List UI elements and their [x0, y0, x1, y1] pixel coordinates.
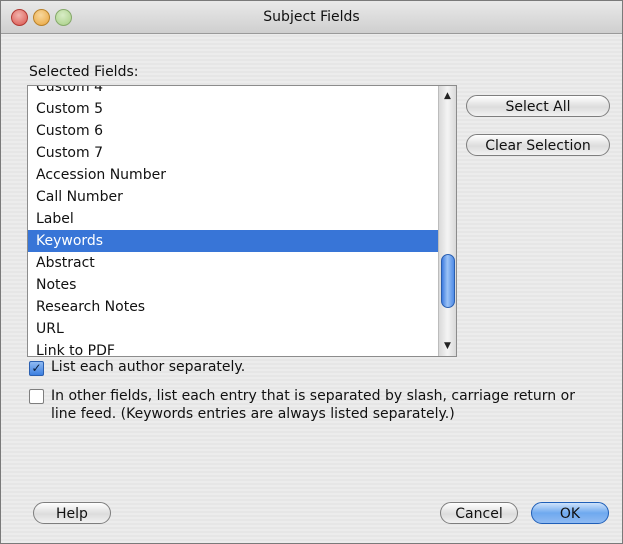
list-item[interactable]: Call Number — [28, 186, 438, 208]
title-bar: Subject Fields — [1, 1, 622, 34]
list-item[interactable]: Notes — [28, 274, 438, 296]
scroll-thumb[interactable] — [441, 254, 455, 308]
cancel-button[interactable]: Cancel — [440, 502, 518, 524]
scroll-down-arrow-icon[interactable]: ▼ — [439, 338, 456, 354]
ok-button[interactable]: OK — [531, 502, 609, 524]
selected-fields-list[interactable]: Custom 4 Custom 5 Custom 6 Custom 7 Acce… — [27, 85, 457, 357]
list-item[interactable]: Link to PDF — [28, 340, 438, 356]
list-item[interactable]: URL — [28, 318, 438, 340]
clear-selection-button[interactable]: Clear Selection — [466, 134, 610, 156]
other-fields-option: In other fields, list each entry that is… — [29, 387, 599, 427]
list-item[interactable]: Accession Number — [28, 164, 438, 186]
list-item[interactable]: Custom 6 — [28, 120, 438, 142]
other-fields-label: In other fields, list each entry that is… — [51, 388, 575, 422]
help-button[interactable]: Help — [33, 502, 111, 524]
list-authors-option: ✓ List each author separately. — [29, 359, 589, 379]
selected-fields-label: Selected Fields: — [29, 64, 139, 80]
list-scrollbar[interactable]: ▲ ▼ — [438, 86, 456, 356]
list-item[interactable]: Label — [28, 208, 438, 230]
scroll-up-arrow-icon[interactable]: ▲ — [439, 88, 456, 104]
subject-fields-dialog: Subject Fields Selected Fields: Custom 4… — [0, 0, 623, 544]
list-item[interactable]: Custom 7 — [28, 142, 438, 164]
list-authors-label: List each author separately. — [51, 359, 246, 375]
list-item[interactable]: Research Notes — [28, 296, 438, 318]
list-item[interactable]: Custom 4 — [28, 86, 438, 98]
list-items: Custom 4 Custom 5 Custom 6 Custom 7 Acce… — [28, 86, 438, 356]
select-all-button[interactable]: Select All — [466, 95, 610, 117]
list-item-selected[interactable]: Keywords — [28, 230, 438, 252]
other-fields-checkbox[interactable] — [29, 389, 44, 404]
window-title: Subject Fields — [263, 9, 360, 25]
list-item[interactable]: Custom 5 — [28, 98, 438, 120]
list-authors-checkbox[interactable]: ✓ — [29, 361, 44, 376]
list-item[interactable]: Abstract — [28, 252, 438, 274]
